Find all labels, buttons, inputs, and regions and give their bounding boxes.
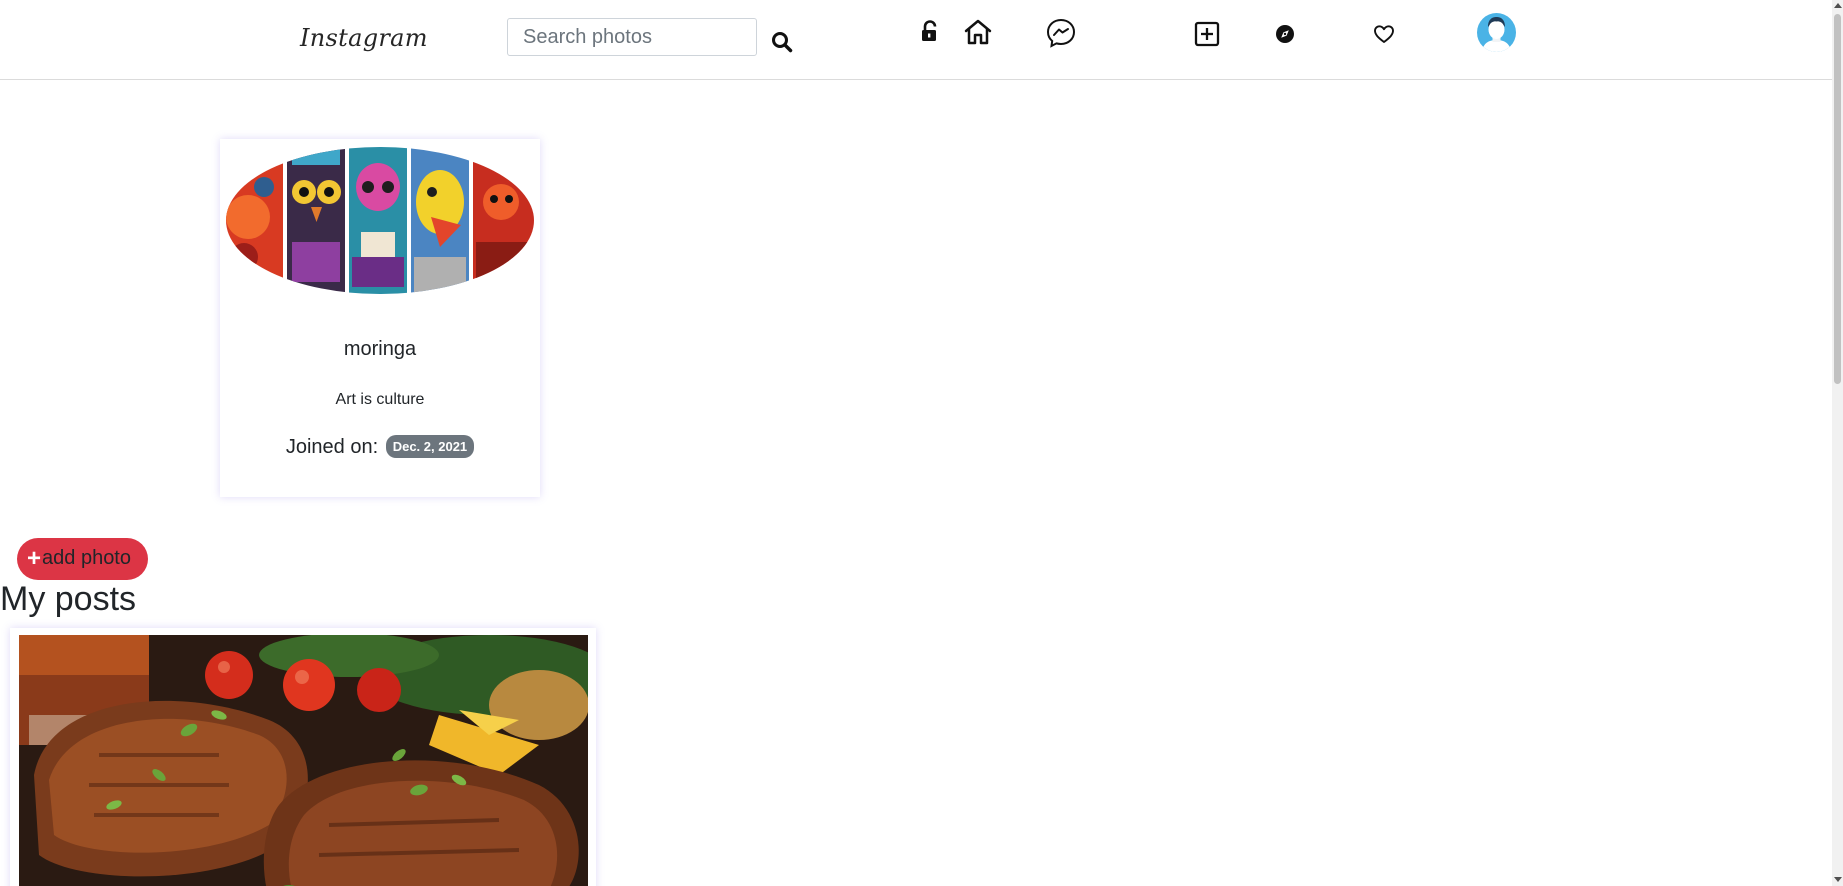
scroll-up-arrow-icon[interactable] [1834, 3, 1842, 8]
joined-row: Joined on: Dec. 2, 2021 [220, 435, 540, 459]
scroll-down-arrow-icon[interactable] [1834, 877, 1842, 882]
scroll-thumb[interactable] [1834, 14, 1841, 384]
joined-label: Joined on: [285, 436, 379, 458]
profile-bio: Art is culture [335, 391, 425, 408]
my-posts-heading: My posts [0, 580, 137, 618]
post-card [10, 628, 596, 886]
explore-compass-icon[interactable] [1275, 24, 1295, 44]
brand-logo[interactable]: Instagram [300, 24, 428, 52]
activity-heart-icon[interactable] [1373, 24, 1395, 44]
search-input[interactable] [507, 18, 757, 56]
page-scrollbar[interactable] [1832, 0, 1843, 886]
profile-cover-image [226, 147, 534, 294]
top-navbar: Instagram [0, 0, 1832, 80]
profile-card: moringa Art is culture Joined on: Dec. 2… [220, 139, 540, 497]
profile-username: moringa [343, 338, 417, 360]
profile-avatar-icon[interactable] [1477, 13, 1516, 52]
logout-lock-icon[interactable] [920, 20, 940, 42]
post-image[interactable] [19, 635, 588, 886]
add-photo-button[interactable]: +add photo [17, 538, 148, 580]
messenger-icon[interactable] [1045, 17, 1077, 49]
home-icon[interactable] [963, 18, 993, 46]
search-icon[interactable] [771, 31, 793, 53]
add-photo-label: add photo [42, 547, 131, 569]
joined-date-badge: Dec. 2, 2021 [385, 435, 475, 458]
new-post-icon[interactable] [1194, 21, 1220, 47]
plus-icon: + [27, 545, 42, 572]
